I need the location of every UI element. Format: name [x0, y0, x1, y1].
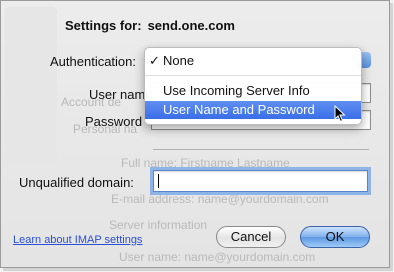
background-panel: [5, 7, 57, 167]
settings-sheet: Account de Personal na Full name: Firstn…: [0, 0, 390, 268]
menu-item-use-incoming-server-info[interactable]: Use Incoming Server Info: [145, 82, 361, 100]
unqualified-domain-label: Unqualified domain:: [19, 175, 134, 190]
text-caret: [158, 174, 159, 188]
cancel-button[interactable]: Cancel: [216, 226, 286, 248]
authentication-menu: ✓ None Use Incoming Server Info User Nam…: [144, 47, 362, 125]
menu-item-label: Use Incoming Server Info: [163, 83, 310, 98]
menu-item-none[interactable]: ✓ None: [145, 52, 361, 70]
menu-item-user-name-and-password[interactable]: User Name and Password: [145, 101, 361, 119]
unqualified-domain-field[interactable]: [153, 170, 368, 192]
authentication-label: Authentication:: [50, 54, 137, 69]
password-label: Password: [85, 114, 143, 129]
settings-title-label: Settings for:: [65, 18, 142, 33]
background-ghost-text: User name: name@yourdomain.com: [119, 250, 316, 264]
learn-imap-link[interactable]: Learn about IMAP settings: [13, 234, 142, 246]
server-name: send.one.com: [147, 18, 235, 33]
section-divider: [153, 149, 369, 150]
background-ghost-text: Full name: Firstname Lastname: [121, 156, 290, 170]
background-ghost-text: E-mail address: name@yourdomain.com: [111, 192, 329, 206]
menu-separator: [145, 75, 361, 76]
mouse-pointer-icon: [334, 105, 346, 123]
check-icon: ✓: [149, 53, 160, 68]
settings-title: Settings for: send.one.com: [65, 18, 235, 33]
ok-button[interactable]: OK: [300, 226, 370, 248]
menu-item-label: None: [163, 53, 195, 68]
background-ghost-text: Server information: [109, 218, 208, 232]
menu-item-label: User Name and Password: [163, 102, 315, 117]
